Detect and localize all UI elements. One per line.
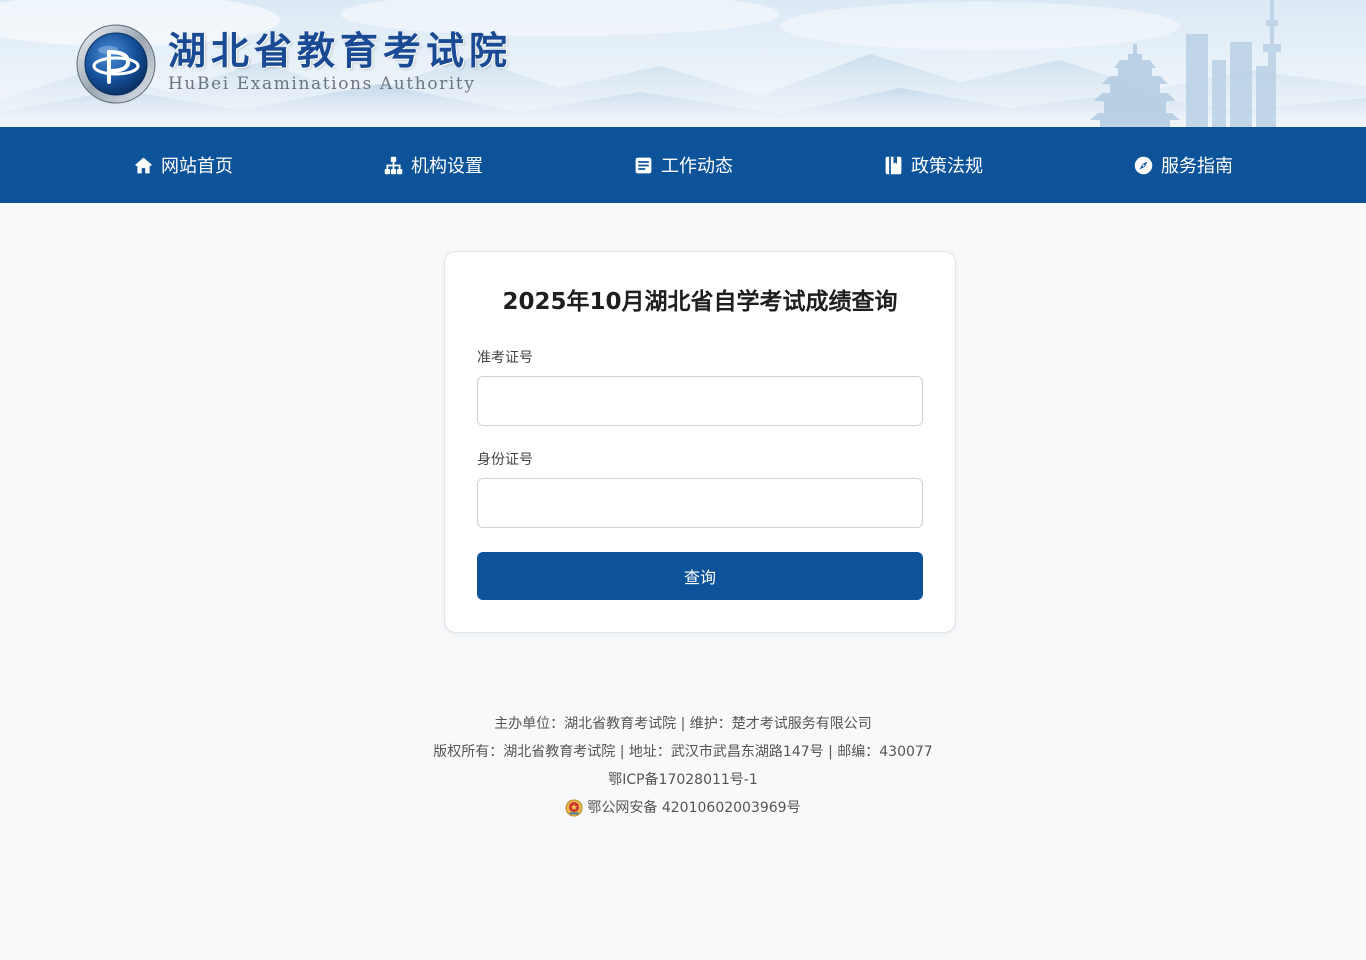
- site-banner: 湖北省教育考试院 HuBei Examinations Authority: [0, 0, 1366, 127]
- score-query-card: 2025年10月湖北省自学考试成绩查询 准考证号 身份证号 查询: [444, 251, 956, 633]
- footer-police-record-link[interactable]: 鄂公网安备 42010602003969号: [565, 794, 801, 822]
- news-icon: [633, 155, 654, 176]
- compass-icon: [1133, 155, 1154, 176]
- org-chart-icon: [383, 155, 404, 176]
- main-nav: 网站首页 机构设置 工作动态 政策法规 服务指南: [0, 127, 1366, 203]
- site-logo[interactable]: 湖北省教育考试院 HuBei Examinations Authority: [76, 24, 512, 104]
- exam-id-label: 准考证号: [477, 350, 533, 366]
- footer-sponsor: 主办单位：湖北省教育考试院 | 维护：楚才考试服务有限公司: [494, 716, 872, 732]
- exam-id-input[interactable]: [477, 376, 923, 426]
- footer-copyright: 版权所有：湖北省教育考试院 | 地址：武汉市武昌东湖路147号 | 邮编：430…: [433, 744, 933, 760]
- nav-item-label: 政策法规: [911, 156, 983, 177]
- footer-icp-link[interactable]: 鄂ICP备17028011号-1: [0, 766, 1366, 794]
- nav-item-policy[interactable]: 政策法规: [808, 127, 1058, 203]
- book-icon: [883, 155, 904, 176]
- nav-item-label: 网站首页: [161, 156, 233, 177]
- query-title: 2025年10月湖北省自学考试成绩查询: [502, 289, 898, 315]
- site-footer: 主办单位：湖北省教育考试院 | 维护：楚才考试服务有限公司 版权所有：湖北省教育…: [0, 710, 1366, 822]
- police-record-text: 鄂公网安备 42010602003969号: [587, 800, 801, 816]
- id-card-input[interactable]: [477, 478, 923, 528]
- logo-title-cn: 湖北省教育考试院: [168, 27, 513, 73]
- nav-item-home[interactable]: 网站首页: [58, 127, 308, 203]
- nav-item-organization[interactable]: 机构设置: [308, 127, 558, 203]
- logo-title-en: HuBei Examinations Authority: [168, 73, 476, 94]
- nav-item-label: 服务指南: [1161, 156, 1233, 177]
- query-submit-button[interactable]: 查询: [477, 552, 923, 600]
- hbea-emblem-icon: [76, 24, 156, 104]
- id-card-label: 身份证号: [477, 452, 533, 468]
- nav-item-label: 机构设置: [411, 156, 483, 177]
- nav-item-label: 工作动态: [661, 156, 733, 177]
- nav-item-news[interactable]: 工作动态: [558, 127, 808, 203]
- police-badge-icon: [565, 799, 583, 817]
- home-icon: [133, 155, 154, 176]
- nav-item-service-guide[interactable]: 服务指南: [1058, 127, 1308, 203]
